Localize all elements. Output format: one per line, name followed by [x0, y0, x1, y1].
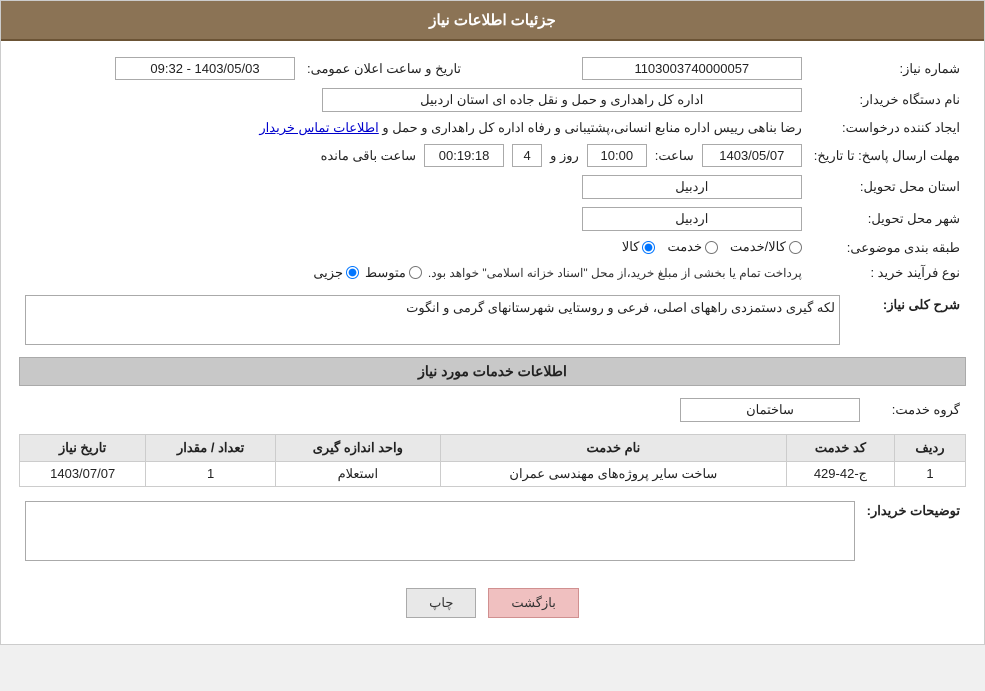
process-motavaset-option: متوسط — [365, 265, 422, 281]
announce-label: تاریخ و ساعت اعلان عمومی: — [301, 53, 467, 84]
need-number-label: شماره نیاز: — [808, 53, 966, 84]
category-row: طبقه بندی موضوعی: کالا/خدمت خدمت — [19, 235, 966, 261]
announce-value: 1403/05/03 - 09:32 — [19, 53, 301, 84]
city-label: شهر محل تحویل: — [808, 203, 966, 235]
category-options: کالا/خدمت خدمت کالا — [19, 235, 808, 261]
buyer-name-label: نام دستگاه خریدار: — [808, 84, 966, 116]
services-data-table: ردیف کد خدمت نام خدمت واحد اندازه گیری ت… — [19, 434, 966, 487]
province-row: استان محل تحویل: اردبیل — [19, 171, 966, 203]
created-by-text: رضا بناهی رییس اداره منابع انسانی،پشتیبا… — [382, 120, 801, 135]
category-khadamat-option: خدمت — [667, 239, 718, 255]
buyer-name-row: نام دستگاه خریدار: اداره کل راهداری و حم… — [19, 84, 966, 116]
description-label: شرح کلی نیاز: — [846, 291, 966, 349]
need-number-display: 1103003740000057 — [582, 57, 802, 80]
province-value: اردبیل — [19, 171, 808, 203]
category-kala-khadamat-option: کالا/خدمت — [730, 239, 802, 255]
col-unit: واحد اندازه گیری — [275, 434, 440, 461]
service-group-row: گروه خدمت: ساختمان — [19, 394, 966, 426]
process-label: نوع فرآیند خرید : — [808, 261, 966, 285]
buyer-notes-label: توضیحات خریدار: — [861, 497, 966, 568]
print-button[interactable]: چاپ — [406, 588, 476, 618]
page-wrapper: جزئیات اطلاعات نیاز شماره نیاز: 11030037… — [0, 0, 985, 645]
buyer-name-display: اداره کل راهداری و حمل و نقل جاده ای است… — [322, 88, 802, 112]
col-quantity: تعداد / مقدار — [146, 434, 276, 461]
description-table: شرح کلی نیاز: لکه گیری دستمزدی راههای اص… — [19, 291, 966, 349]
buyer-name-value: اداره کل راهداری و حمل و نقل جاده ای است… — [19, 84, 808, 116]
col-service-name: نام خدمت — [440, 434, 786, 461]
process-options: پرداخت تمام یا بخشی از مبلغ خرید،از محل … — [19, 261, 808, 285]
city-display: اردبیل — [582, 207, 802, 231]
category-kala-radio[interactable] — [642, 241, 655, 254]
city-row: شهر محل تحویل: اردبیل — [19, 203, 966, 235]
days-label: روز و — [550, 148, 579, 164]
process-jozi-radio[interactable] — [346, 266, 359, 279]
description-value: لکه گیری دستمزدی راههای اصلی، فرعی و روس… — [19, 291, 846, 349]
deadline-value: 1403/05/07 ساعت: 10:00 روز و 4 00:19:18 … — [19, 140, 808, 171]
service-group-display: ساختمان — [680, 398, 860, 422]
need-number-row: شماره نیاز: 1103003740000057 تاریخ و ساع… — [19, 53, 966, 84]
page-title: جزئیات اطلاعات نیاز — [429, 12, 556, 29]
need-number-value: 1103003740000057 — [467, 53, 808, 84]
remaining-label: ساعت باقی مانده — [321, 148, 416, 164]
buyer-notes-row: توضیحات خریدار: — [19, 497, 966, 568]
category-label: طبقه بندی موضوعی: — [808, 235, 966, 261]
process-full-text: پرداخت تمام یا بخشی از مبلغ خرید،از محل … — [428, 266, 802, 280]
announce-display: 1403/05/03 - 09:32 — [115, 57, 295, 80]
col-service-code: کد خدمت — [786, 434, 894, 461]
services-header-row: ردیف کد خدمت نام خدمت واحد اندازه گیری ت… — [20, 434, 966, 461]
content-area: شماره نیاز: 1103003740000057 تاریخ و ساع… — [1, 41, 984, 644]
days-display: 4 — [512, 144, 542, 167]
col-row-num: ردیف — [894, 434, 965, 461]
category-khadamat-label: خدمت — [667, 239, 702, 255]
created-by-label: ایجاد کننده درخواست: — [808, 116, 966, 140]
process-motavaset-radio[interactable] — [409, 266, 422, 279]
buyer-notes-textarea[interactable] — [25, 501, 855, 561]
category-kala-khadamat-radio[interactable] — [789, 241, 802, 254]
bottom-buttons: بازگشت چاپ — [19, 574, 966, 632]
province-display: اردبیل — [582, 175, 802, 199]
category-khadamat-radio[interactable] — [705, 241, 718, 254]
category-kala-label: کالا — [622, 239, 640, 255]
service-group-table: گروه خدمت: ساختمان — [19, 394, 966, 426]
created-by-value: رضا بناهی رییس اداره منابع انسانی،پشتیبا… — [19, 116, 808, 140]
buyer-notes-table: توضیحات خریدار: — [19, 497, 966, 568]
created-by-row: ایجاد کننده درخواست: رضا بناهی رییس ادار… — [19, 116, 966, 140]
category-kala-khadamat-label: کالا/خدمت — [730, 239, 786, 255]
service-group-label: گروه خدمت: — [866, 394, 966, 426]
process-jozi-option: جزیی — [313, 265, 359, 281]
city-value: اردبیل — [19, 203, 808, 235]
description-display: لکه گیری دستمزدی راههای اصلی، فرعی و روس… — [25, 295, 840, 345]
time-label: ساعت: — [655, 148, 694, 164]
service-group-value: ساختمان — [19, 394, 866, 426]
services-section-title: اطلاعات خدمات مورد نیاز — [19, 357, 966, 386]
province-label: استان محل تحویل: — [808, 171, 966, 203]
process-motavaset-label: متوسط — [365, 265, 406, 281]
main-info-table: شماره نیاز: 1103003740000057 تاریخ و ساع… — [19, 53, 966, 285]
buyer-notes-value — [19, 497, 861, 568]
table-row: 1ج-42-429ساخت سایر پروژه‌های مهندسی عمرا… — [20, 461, 966, 486]
deadline-label: مهلت ارسال پاسخ: تا تاریخ: — [808, 140, 966, 171]
process-jozi-label: جزیی — [313, 265, 343, 281]
deadline-row: مهلت ارسال پاسخ: تا تاریخ: 1403/05/07 سا… — [19, 140, 966, 171]
contact-link[interactable]: اطلاعات تماس خریدار — [259, 120, 378, 135]
time-display: 10:00 — [587, 144, 647, 167]
page-header: جزئیات اطلاعات نیاز — [1, 1, 984, 41]
remaining-display: 00:19:18 — [424, 144, 504, 167]
col-date: تاریخ نیاز — [20, 434, 146, 461]
description-row: شرح کلی نیاز: لکه گیری دستمزدی راههای اص… — [19, 291, 966, 349]
process-row: نوع فرآیند خرید : پرداخت تمام یا بخشی از… — [19, 261, 966, 285]
deadline-date-display: 1403/05/07 — [702, 144, 802, 167]
category-kala-option: کالا — [622, 239, 656, 255]
back-button[interactable]: بازگشت — [488, 588, 578, 618]
